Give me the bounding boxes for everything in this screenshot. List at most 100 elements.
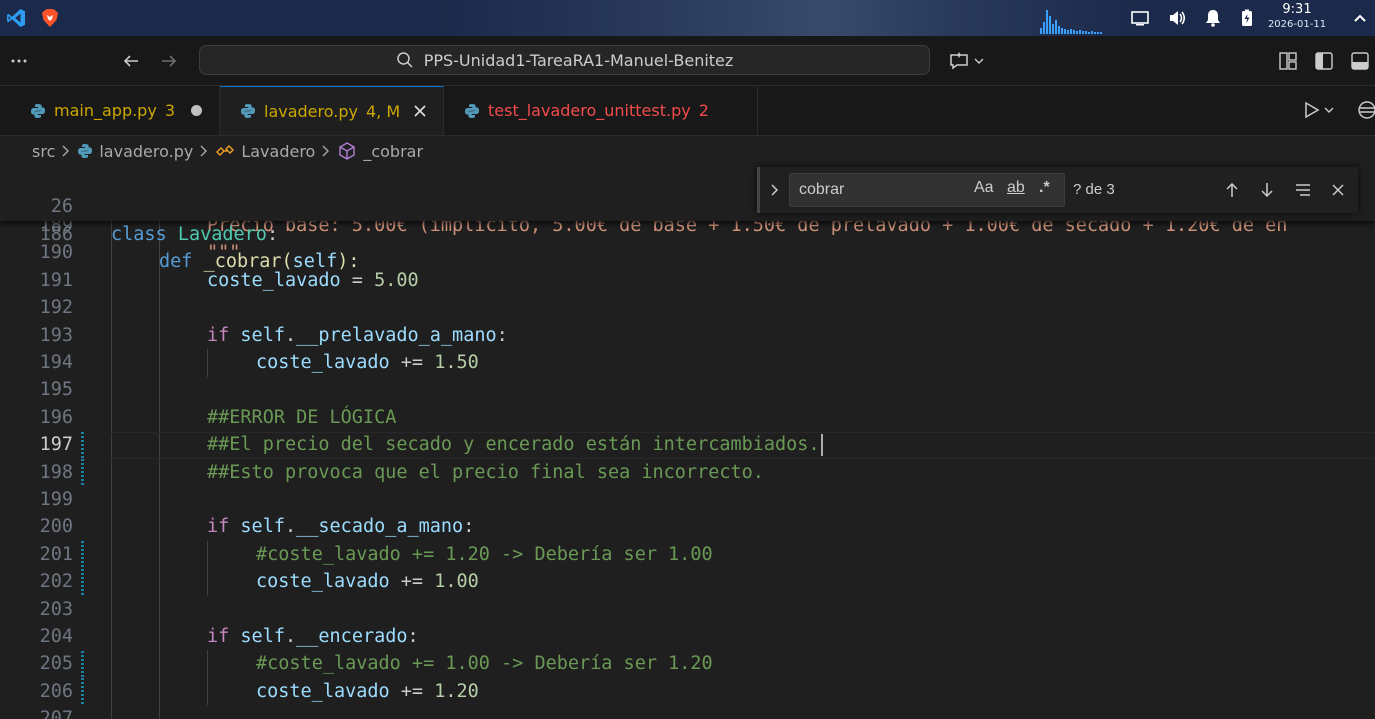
line-number: 197 [39, 434, 73, 456]
line-number: 204 [39, 626, 73, 647]
audio-spectrum-graphic [1040, 10, 1102, 34]
bell-icon[interactable] [1203, 8, 1223, 28]
tab-lavadero[interactable]: lavadero.py 4, M [220, 86, 444, 135]
layout-customize-icon[interactable] [1275, 48, 1301, 74]
punctuation: : [463, 516, 475, 538]
line-number: 203 [39, 598, 73, 620]
line-number: 198 [39, 461, 73, 483]
number: 1.50 [434, 352, 479, 373]
toggle-sidebar-icon[interactable] [1311, 48, 1337, 74]
code-line[interactable]: 201 #coste_lavado += 1.20 -> Debería ser … [0, 541, 1375, 568]
match-count: ? de 3 [1073, 181, 1115, 198]
code-line[interactable]: 197 ##El precio del secado y encerado est… [0, 431, 1375, 458]
wallpaper-strip [440, 0, 1140, 36]
toggle-replace-button[interactable] [766, 179, 784, 201]
search-icon [396, 52, 413, 68]
punctuation: : [496, 324, 508, 346]
close-icon[interactable] [412, 103, 428, 119]
attribute: __secado_a_mano [296, 516, 464, 538]
vscode-icon[interactable] [6, 8, 26, 28]
code-line[interactable]: 194 coste_lavado += 1.50 [0, 349, 1375, 376]
breadcrumb-folder[interactable]: src [32, 142, 55, 161]
code-line[interactable]: 193 if self.__prelavado_a_mano: [0, 322, 1375, 349]
keyword: if [207, 626, 230, 647]
parameter: self [292, 251, 338, 273]
variable: coste_lavado [256, 352, 390, 373]
code-line[interactable]: 202 coste_lavado += 1.00 [0, 568, 1375, 595]
battery-icon[interactable] [1237, 8, 1257, 28]
line-number: 201 [39, 543, 73, 565]
close-find-button[interactable] [1326, 178, 1350, 202]
find-widget: cobrar Aa ab .* ? de 3 [757, 167, 1358, 213]
problem-count-badge: 3 [164, 101, 175, 120]
copilot-chat-icon[interactable] [946, 48, 990, 74]
tab-label: main_app.py [54, 101, 157, 120]
line-number: 193 [39, 324, 73, 346]
comment: ##ERROR DE LÓGICA [207, 406, 397, 428]
operator: += [389, 680, 435, 702]
line-number: 186 [39, 223, 73, 245]
run-python-file-button[interactable] [1302, 97, 1342, 123]
unsaved-dot-icon[interactable] [191, 105, 202, 116]
python-file-icon [78, 144, 93, 158]
code-line[interactable]: 207 [0, 705, 1375, 719]
line-number: 194 [39, 352, 73, 373]
regex-toggle[interactable]: .* [1039, 179, 1050, 197]
whole-word-toggle[interactable]: ab [1007, 179, 1025, 197]
code-line[interactable]: 206 coste_lavado += 1.20 [0, 678, 1375, 705]
tab-test-lavadero-unittest[interactable]: test_lavadero_unittest.py 2 [444, 86, 758, 135]
os-taskbar: 9:31 2026-01-11 [0, 0, 1375, 36]
code-line[interactable]: 196 ##ERROR DE LÓGICA [0, 404, 1375, 431]
more-menu-icon[interactable] [6, 48, 32, 74]
tab-label: test_lavadero_unittest.py [488, 101, 691, 120]
next-match-button[interactable] [1255, 178, 1279, 202]
breadcrumb-method[interactable]: _cobrar [363, 142, 423, 161]
code-line[interactable]: 192 [0, 294, 1375, 321]
punctuation: : [407, 626, 419, 647]
code-line[interactable]: 199 [0, 486, 1375, 513]
code-line[interactable]: 198 ##Esto provoca que el precio final se… [0, 459, 1375, 486]
line-number: 196 [39, 406, 73, 428]
tab-main-app[interactable]: main_app.py 3 [10, 86, 220, 135]
find-in-selection-button[interactable] [1291, 178, 1315, 202]
code-line[interactable]: 205 #coste_lavado += 1.00 -> Debería ser … [0, 650, 1375, 677]
operator: += [389, 571, 435, 593]
line-number: 207 [39, 708, 73, 719]
chevron-right-icon [200, 145, 208, 157]
match-case-toggle[interactable]: Aa [974, 179, 994, 197]
previous-match-button[interactable] [1220, 178, 1244, 202]
class-symbol-icon [216, 145, 235, 156]
code-line[interactable]: 203 [0, 596, 1375, 623]
line-number: 205 [39, 653, 73, 675]
chevron-right-icon [771, 184, 779, 196]
python-file-icon [465, 103, 479, 118]
operator: += [389, 352, 435, 373]
title-bar: PPS-Unidad1-TareaRA1-Manuel-Benitez [0, 36, 1375, 86]
chevron-up-icon[interactable] [1350, 8, 1370, 28]
forward-arrow-icon[interactable] [156, 48, 182, 74]
code-line[interactable]: 200 if self.__secado_a_mano: [0, 513, 1375, 540]
split-editor-icon[interactable] [1355, 97, 1375, 123]
volume-icon[interactable] [1167, 8, 1187, 28]
comment: #coste_lavado += 1.20 -> Debería ser 1.0… [256, 543, 713, 565]
line-number: 202 [39, 571, 73, 593]
screen-icon[interactable] [1130, 8, 1150, 28]
clock-date: 2026-01-11 [1267, 19, 1327, 30]
attribute: __prelavado_a_mano [296, 324, 497, 346]
breadcrumb-file[interactable]: lavadero.py [99, 142, 193, 161]
python-file-icon [241, 104, 255, 118]
toggle-panel-icon[interactable] [1347, 48, 1373, 74]
problem-count-badge: 2 [698, 101, 709, 120]
command-center-search[interactable]: PPS-Unidad1-TareaRA1-Manuel-Benitez [199, 45, 930, 75]
code-editor[interactable]: 26 class Lavadero: 186 def _cobrar(self)… [0, 166, 1375, 719]
code-line[interactable]: 195 [0, 376, 1375, 403]
brave-icon[interactable] [40, 8, 60, 28]
workspace-title: PPS-Unidad1-TareaRA1-Manuel-Benitez [423, 50, 734, 70]
breadcrumb-class[interactable]: Lavadero [241, 142, 315, 161]
method-symbol-icon [339, 142, 356, 160]
line-number: 195 [39, 379, 73, 401]
system-clock[interactable]: 9:31 2026-01-11 [1261, 2, 1333, 32]
back-arrow-icon[interactable] [118, 48, 144, 74]
text-cursor [820, 434, 823, 457]
code-line[interactable]: 204 if self.__encerado: [0, 623, 1375, 650]
